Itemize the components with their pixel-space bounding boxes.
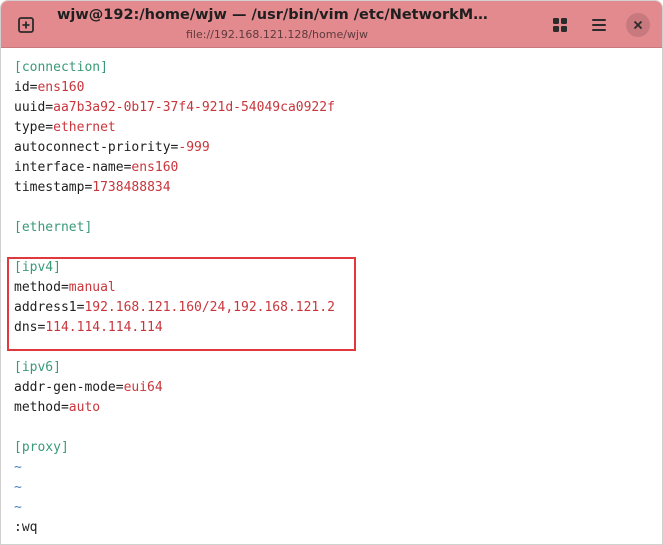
vim-command-line[interactable]: :wq — [14, 518, 37, 538]
config-line-ipv4-method: method=manual — [14, 280, 116, 295]
terminal-window: wjw@192:/home/wjw — /usr/bin/vim /etc/Ne… — [0, 0, 663, 545]
config-line-dns: dns=114.114.114.114 — [14, 320, 163, 335]
hamburger-menu-icon — [592, 19, 606, 31]
config-line-id: id=ens160 — [14, 80, 85, 95]
close-button-bg — [626, 13, 650, 37]
close-icon — [633, 20, 643, 30]
section-header-proxy: [proxy] — [14, 440, 69, 455]
empty-line-tilde: ~ — [14, 480, 22, 495]
section-header-ipv6: [ipv6] — [14, 360, 61, 375]
close-button[interactable] — [623, 10, 653, 40]
empty-line-tilde: ~ — [14, 460, 22, 475]
window-subtitle: file://192.168.121.128/home/wjw — [186, 28, 368, 41]
main-menu-button[interactable] — [584, 10, 614, 40]
title-bar[interactable]: wjw@192:/home/wjw — /usr/bin/vim /etc/Ne… — [1, 1, 662, 48]
config-line-address1: address1=192.168.121.160/24,192.168.121.… — [14, 300, 335, 315]
tab-overview-button[interactable] — [545, 10, 575, 40]
config-line-type: type=ethernet — [14, 120, 116, 135]
config-line-ipv6-method: method=auto — [14, 400, 101, 415]
config-line-timestamp: timestamp=1738488834 — [14, 180, 171, 195]
new-tab-button[interactable] — [11, 10, 41, 40]
config-line-interface-name: interface-name=ens160 — [14, 160, 179, 175]
window-title: wjw@192:/home/wjw — /usr/bin/vim /etc/Ne… — [57, 7, 497, 23]
terminal-content[interactable]: [connection] id=ens160 uuid=aa7b3a92-0b1… — [1, 48, 662, 544]
grid-icon — [553, 18, 567, 32]
section-header-ipv4: [ipv4] — [14, 260, 61, 275]
section-header-connection: [connection] — [14, 60, 108, 75]
plus-square-icon — [18, 17, 34, 33]
config-line-uuid: uuid=aa7b3a92-0b17-37f4-921d-54049ca0922… — [14, 100, 335, 115]
empty-line-tilde: ~ — [14, 500, 22, 515]
section-header-ethernet: [ethernet] — [14, 220, 93, 235]
config-line-autoconnect-priority: autoconnect-priority=-999 — [14, 140, 210, 155]
config-line-addr-gen-mode: addr-gen-mode=eui64 — [14, 380, 163, 395]
